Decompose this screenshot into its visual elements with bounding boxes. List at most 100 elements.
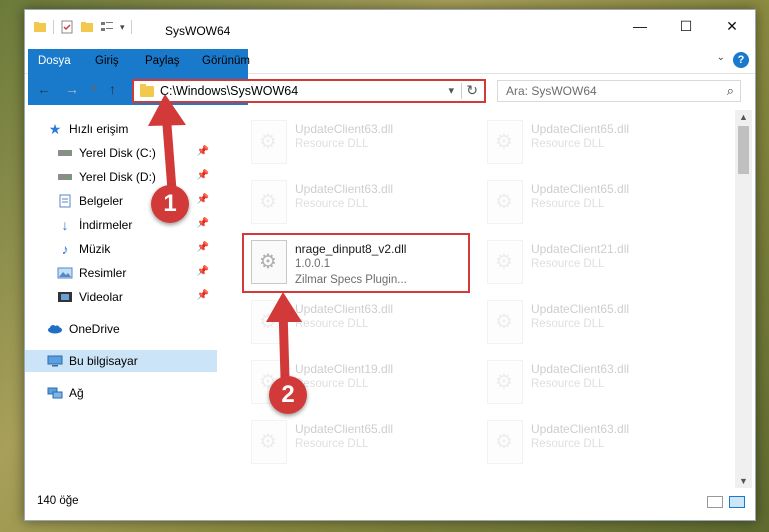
sidebar-item-quick-access[interactable]: ★ Hızlı erişim	[25, 118, 217, 140]
file-tile[interactable]: UpdateClient63.dll Resource DLL	[245, 176, 465, 232]
pin-icon[interactable]: 📌	[197, 242, 209, 253]
sidebar-item-label: İndirmeler	[79, 218, 133, 232]
status-bar: 140 öğe	[25, 488, 755, 518]
file-description: Resource DLL	[531, 138, 605, 150]
documents-icon	[57, 194, 73, 208]
file-name: UpdateClient65.dll	[531, 122, 630, 136]
new-folder-icon[interactable]	[80, 20, 94, 34]
chevron-down-icon[interactable]: ▾	[448, 84, 454, 97]
sidebar-item-local-disk-d[interactable]: Yerel Disk (D:) 📌	[25, 166, 217, 188]
close-button[interactable]: ✕	[709, 10, 755, 42]
view-options-icon[interactable]	[100, 20, 114, 34]
pin-icon[interactable]: 📌	[197, 170, 209, 181]
sidebar-item-network[interactable]: Ağ	[25, 382, 217, 404]
window-controls: — ☐ ✕	[617, 10, 755, 42]
pin-icon[interactable]: 📌	[197, 218, 209, 229]
file-name: UpdateClient63.dll	[295, 302, 394, 316]
file-name: UpdateClient65.dll	[531, 302, 630, 316]
file-highlight-box	[242, 233, 470, 293]
pictures-icon	[57, 266, 73, 280]
file-tile[interactable]: UpdateClient63.dll Resource DLL	[245, 116, 465, 172]
navigation-bar: ← → ▾ ↑ C:\Windows\SysWOW64 ▾ ↻ Ara: Sys…	[25, 76, 755, 106]
dll-file-icon	[251, 120, 287, 164]
scroll-down-icon[interactable]: ▼	[739, 476, 748, 486]
vertical-scrollbar[interactable]: ▲ ▼	[735, 110, 752, 488]
download-icon: ↓	[61, 217, 69, 233]
maximize-button[interactable]: ☐	[663, 10, 709, 42]
dll-file-icon	[487, 300, 523, 344]
sidebar-item-videos[interactable]: Videolar 📌	[25, 286, 217, 308]
sidebar-item-label: Yerel Disk (C:)	[79, 146, 156, 160]
help-icon[interactable]: ?	[733, 52, 749, 68]
file-tile[interactable]: UpdateClient65.dll Resource DLL	[481, 116, 701, 172]
dll-file-icon	[251, 420, 287, 464]
file-tile[interactable]: UpdateClient65.dll Resource DLL	[481, 296, 701, 352]
back-arrow-icon[interactable]: ←	[37, 81, 51, 97]
file-name: UpdateClient65.dll	[295, 422, 394, 436]
details-view-icon[interactable]	[707, 496, 723, 508]
refresh-icon[interactable]: ↻	[466, 82, 478, 99]
star-icon: ★	[48, 120, 62, 137]
file-name: UpdateClient63.dll	[295, 182, 394, 196]
file-description: Resource DLL	[531, 438, 605, 450]
file-description: Resource DLL	[531, 198, 605, 210]
file-tile[interactable]: UpdateClient21.dll Resource DLL	[481, 236, 701, 292]
file-tile[interactable]: UpdateClient63.dll Resource DLL	[245, 296, 465, 352]
sidebar-item-music[interactable]: ♪ Müzik 📌	[25, 238, 217, 260]
network-icon	[47, 386, 63, 400]
window-title: SysWOW64	[165, 24, 231, 38]
file-description: Resource DLL	[295, 138, 369, 150]
file-tile[interactable]: UpdateClient65.dll Resource DLL	[481, 176, 701, 232]
ribbon-expand-icon[interactable]: ⌄	[717, 52, 725, 63]
pin-icon[interactable]: 📌	[197, 290, 209, 301]
file-tile[interactable]: UpdateClient63.dll Resource DLL	[481, 416, 701, 472]
sidebar-item-local-disk-c[interactable]: Yerel Disk (C:) 📌	[25, 142, 217, 164]
sidebar-item-label: Yerel Disk (D:)	[79, 170, 156, 184]
scroll-up-icon[interactable]: ▲	[739, 112, 748, 122]
sidebar-item-onedrive[interactable]: OneDrive	[25, 318, 217, 340]
sidebar-item-this-pc[interactable]: Bu bilgisayar	[25, 350, 217, 372]
search-input[interactable]: Ara: SysWOW64 ⌕	[497, 80, 741, 102]
minimize-button[interactable]: —	[617, 10, 663, 42]
sidebar-item-downloads[interactable]: ↓ İndirmeler 📌	[25, 214, 217, 236]
address-bar[interactable]: C:\Windows\SysWOW64 ▾ ↻	[132, 79, 486, 103]
video-icon	[57, 290, 73, 304]
properties-icon[interactable]	[60, 20, 74, 34]
large-icons-view-icon[interactable]	[729, 496, 745, 508]
dll-file-icon	[487, 360, 523, 404]
recent-locations-icon[interactable]: ▾	[91, 84, 96, 95]
file-name: UpdateClient63.dll	[531, 422, 630, 436]
file-description: Resource DLL	[295, 318, 369, 330]
sidebar-item-label: OneDrive	[69, 322, 120, 336]
address-path[interactable]: C:\Windows\SysWOW64	[160, 84, 298, 98]
folder-icon	[140, 84, 154, 97]
computer-icon	[47, 354, 63, 368]
tab-view[interactable]: Görünüm	[192, 49, 260, 73]
search-icon[interactable]: ⌕	[727, 83, 734, 99]
scrollbar-thumb[interactable]	[738, 126, 749, 174]
sidebar-item-label: Ağ	[69, 386, 84, 400]
forward-arrow-icon[interactable]: →	[65, 81, 79, 97]
file-list: UpdateClient63.dll Resource DLL UpdateCl…	[225, 110, 735, 488]
sidebar-item-label: Bu bilgisayar	[69, 354, 138, 368]
file-description: Resource DLL	[531, 258, 605, 270]
pin-icon[interactable]: 📌	[197, 194, 209, 205]
tab-home[interactable]: Giriş	[85, 49, 129, 73]
sidebar-item-label: Belgeler	[79, 194, 124, 208]
file-description: Resource DLL	[295, 438, 369, 450]
item-count: 140 öğe	[37, 495, 79, 507]
sidebar-item-pictures[interactable]: Resimler 📌	[25, 262, 217, 284]
folder-icon[interactable]	[33, 20, 47, 34]
chevron-down-icon[interactable]: ▾	[120, 22, 125, 33]
file-tile[interactable]: UpdateClient63.dll Resource DLL	[481, 356, 701, 412]
tab-share[interactable]: Paylaş	[135, 49, 190, 73]
dll-file-icon	[487, 240, 523, 284]
file-tile[interactable]: UpdateClient65.dll Resource DLL	[245, 416, 465, 472]
up-arrow-icon[interactable]: ↑	[109, 81, 116, 97]
quick-access-toolbar: ▾	[33, 20, 132, 34]
step-1-badge: 1	[151, 185, 189, 223]
pin-icon[interactable]: 📌	[197, 266, 209, 277]
pin-icon[interactable]: 📌	[197, 146, 209, 157]
title-bar: ▾ SysWOW64 — ☐ ✕	[25, 10, 755, 45]
dll-file-icon	[251, 300, 287, 344]
